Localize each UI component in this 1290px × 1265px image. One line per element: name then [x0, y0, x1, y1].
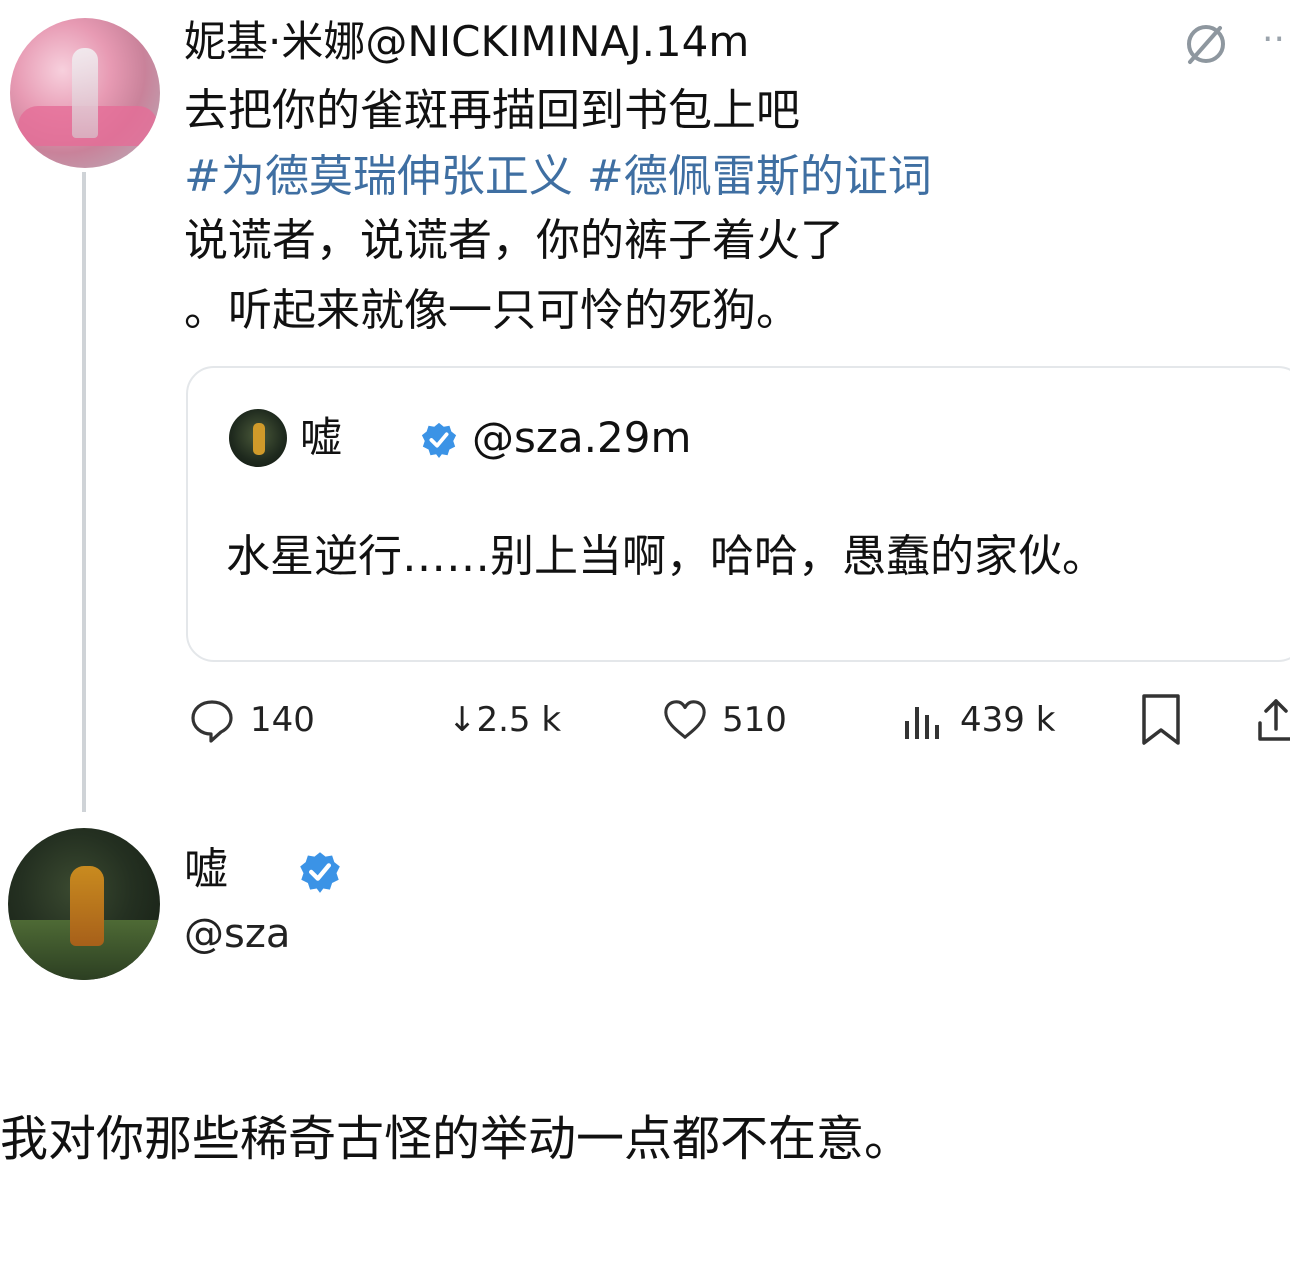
views-button[interactable]: 439 k — [900, 692, 1055, 748]
like-button[interactable]: 510 — [662, 692, 787, 748]
reply-icon — [191, 700, 233, 743]
tweet-line-2: 说谎者，说谎者，你的裤子着火了 — [184, 215, 844, 266]
repost-count: ↓2.5 k — [448, 700, 562, 740]
author-name[interactable]: 妮基·米娜 — [184, 17, 365, 66]
tweet-header: 妮基·米娜@NICKIMINAJ.14m — [184, 16, 749, 68]
repost-button[interactable]: ↓2.5 k — [448, 692, 561, 748]
quoted-tweet-card[interactable] — [186, 366, 1290, 662]
bookmark-icon — [1142, 694, 1180, 745]
verified-badge-icon — [298, 850, 342, 894]
views-icon — [905, 707, 939, 739]
mute-icon[interactable] — [1180, 18, 1232, 70]
bookmark-button[interactable] — [1138, 692, 1184, 748]
verified-badge-icon — [420, 421, 458, 459]
avatar-detail — [70, 866, 104, 946]
reply-button[interactable]: 140 — [188, 692, 315, 748]
profile-handle[interactable]: @sza — [184, 908, 290, 960]
author-avatar[interactable] — [10, 18, 160, 168]
profile-avatar[interactable] — [8, 828, 160, 980]
share-button[interactable] — [1256, 692, 1290, 748]
views-count: 439 k — [960, 700, 1056, 740]
avatar-detail — [253, 423, 265, 455]
author-handle-time[interactable]: @NICKIMINAJ.14m — [365, 17, 749, 66]
quoted-handle-time[interactable]: @sza.29m — [472, 412, 691, 464]
caption-text: 我对你那些稀奇古怪的举动一点都不在意。 — [0, 1111, 913, 1167]
tweet-hashtags[interactable]: #为德莫瑞伸张正义 #德佩雷斯的证词 — [184, 148, 932, 206]
quoted-text: 水星逆行……别上当啊，哈哈，愚蠢的家伙。 — [226, 531, 1106, 582]
share-icon — [1258, 699, 1290, 741]
avatar-detail — [72, 48, 98, 138]
like-count: 510 — [722, 700, 787, 740]
like-icon — [664, 700, 706, 739]
profile-name[interactable]: 嘘 — [184, 842, 228, 898]
quoted-avatar[interactable] — [229, 409, 287, 467]
tweet-line-1: 去把你的雀斑再描回到书包上吧 — [184, 85, 800, 136]
tweet-line-3: 。听起来就像一只可怜的死狗。 — [184, 285, 800, 336]
thread-line — [82, 172, 86, 812]
more-icon[interactable]: ·· — [1262, 26, 1290, 62]
quoted-name[interactable]: 嘘 — [300, 412, 342, 464]
reply-count: 140 — [250, 700, 315, 740]
